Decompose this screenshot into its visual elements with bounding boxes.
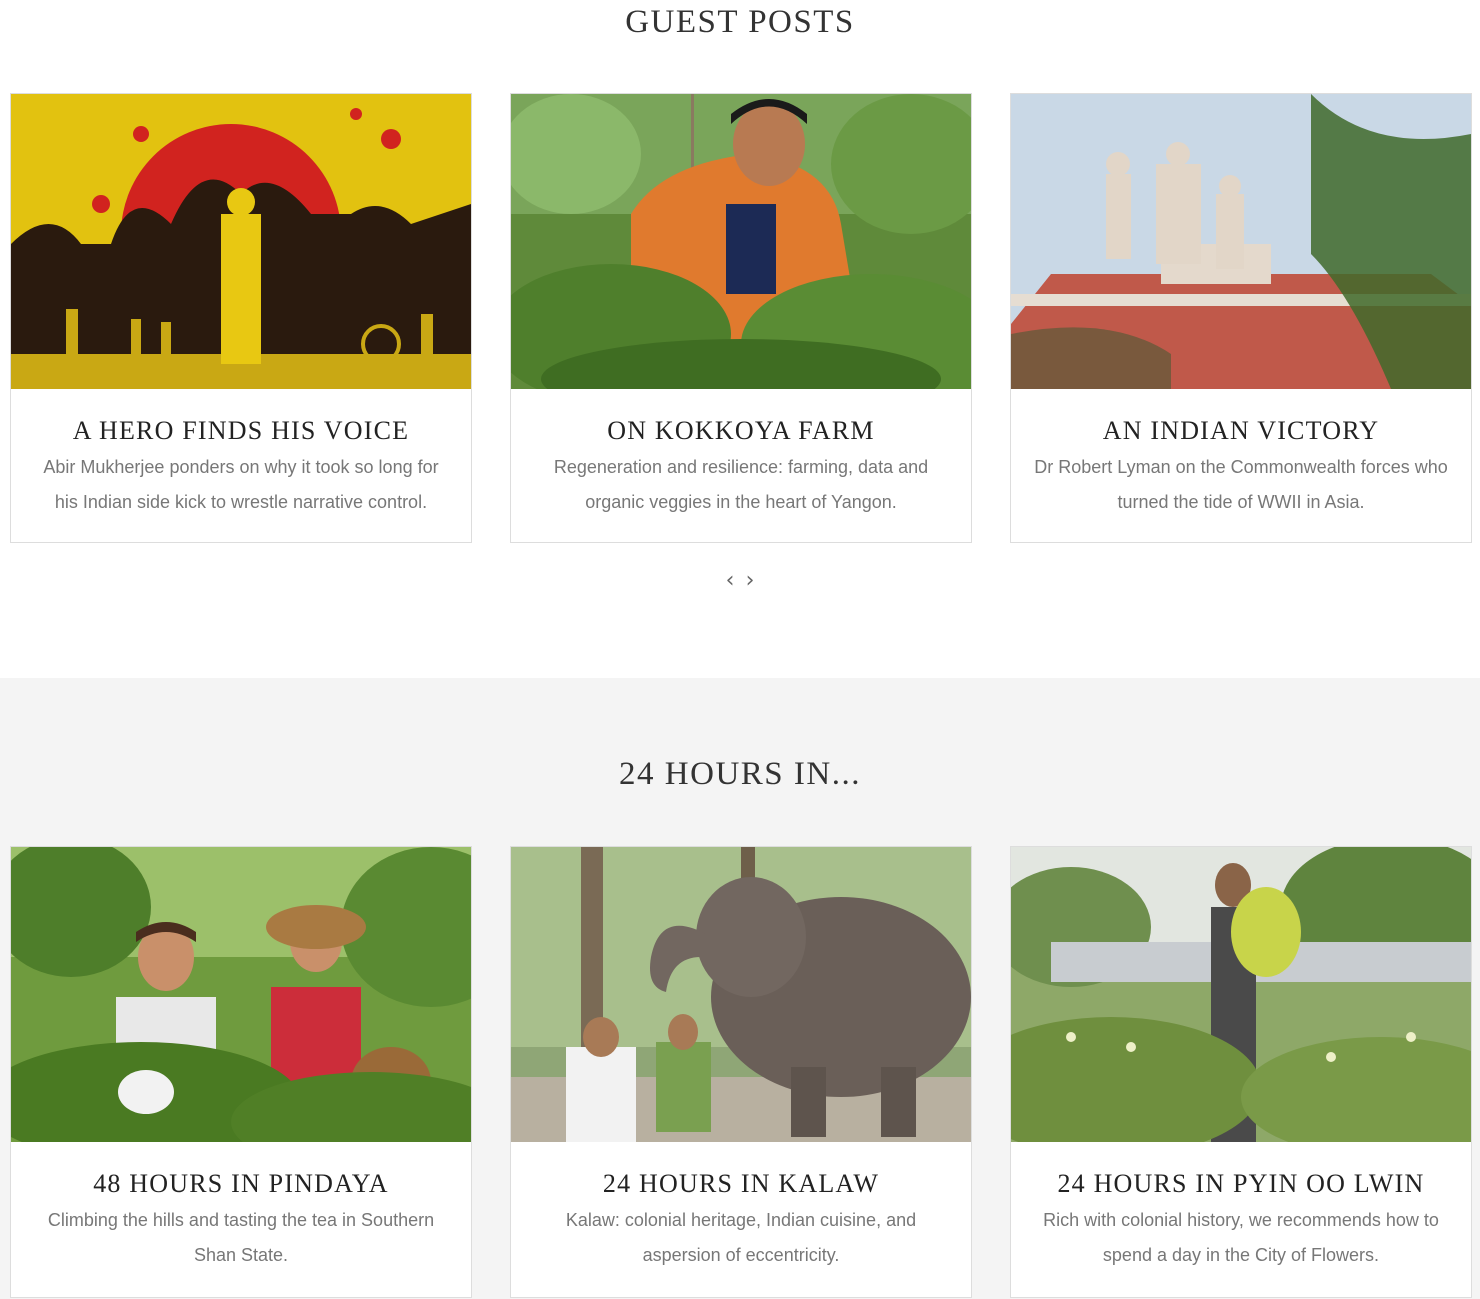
post-title[interactable]: AN INDIAN VICTORY [1011,416,1471,446]
post-description: Dr Robert Lyman on the Commonwealth forc… [1034,457,1448,512]
tea-pickers-image [11,847,471,1142]
post-title[interactable]: A HERO FINDS HIS VOICE [11,416,471,446]
elephant-image [511,847,971,1142]
hours-in-section: 24 HOURS IN... 48 HOURS IN PINDAYA Climb… [0,678,1480,1299]
section-title-guest-posts: GUEST POSTS [625,4,855,40]
post-thumbnail[interactable] [511,847,971,1142]
post-thumbnail[interactable] [11,847,471,1142]
post-description: Abir Mukherjee ponders on why it took so… [43,457,439,512]
carousel-nav: ‹ › [720,566,760,596]
section-title-hours-in: 24 HOURS IN... [619,756,861,792]
chevron-left-icon[interactable]: ‹ [722,566,738,596]
post-thumbnail[interactable] [11,94,471,389]
post-card[interactable]: A HERO FINDS HIS VOICE Abir Mukherjee po… [10,93,472,543]
post-description: Regeneration and resilience: farming, da… [553,457,929,512]
post-thumbnail[interactable] [511,94,971,389]
hero-illustration-image [11,94,471,389]
post-thumbnail[interactable] [1011,94,1471,389]
post-title[interactable]: ON KOKKOYA FARM [511,416,971,446]
post-card[interactable]: 24 HOURS IN KALAW Kalaw: colonial herita… [510,846,972,1298]
guest-posts-section: GUEST POSTS A HERO FINDS HIS VOICE Abir … [0,0,1480,678]
post-description: Rich with colonial history, we recommend… [1043,1210,1439,1265]
colonial-building-image [1011,94,1471,389]
post-thumbnail[interactable] [1011,847,1471,1142]
post-description: Climbing the hills and tasting the tea i… [47,1210,435,1265]
chevron-right-icon[interactable]: › [742,566,758,596]
post-title[interactable]: 24 HOURS IN KALAW [511,1169,971,1199]
post-title[interactable]: 24 HOURS IN PYIN OO LWIN [1011,1169,1471,1199]
post-card[interactable]: 48 HOURS IN PINDAYA Climbing the hills a… [10,846,472,1298]
post-title[interactable]: 48 HOURS IN PINDAYA [11,1169,471,1199]
post-card[interactable]: ON KOKKOYA FARM Regeneration and resilie… [510,93,972,543]
flower-garden-image [1011,847,1471,1142]
post-card[interactable]: AN INDIAN VICTORY Dr Robert Lyman on the… [1010,93,1472,543]
post-description: Kalaw: colonial heritage, Indian cuisine… [565,1210,917,1265]
farmer-photo-image [511,94,971,389]
post-card[interactable]: 24 HOURS IN PYIN OO LWIN Rich with colon… [1010,846,1472,1298]
